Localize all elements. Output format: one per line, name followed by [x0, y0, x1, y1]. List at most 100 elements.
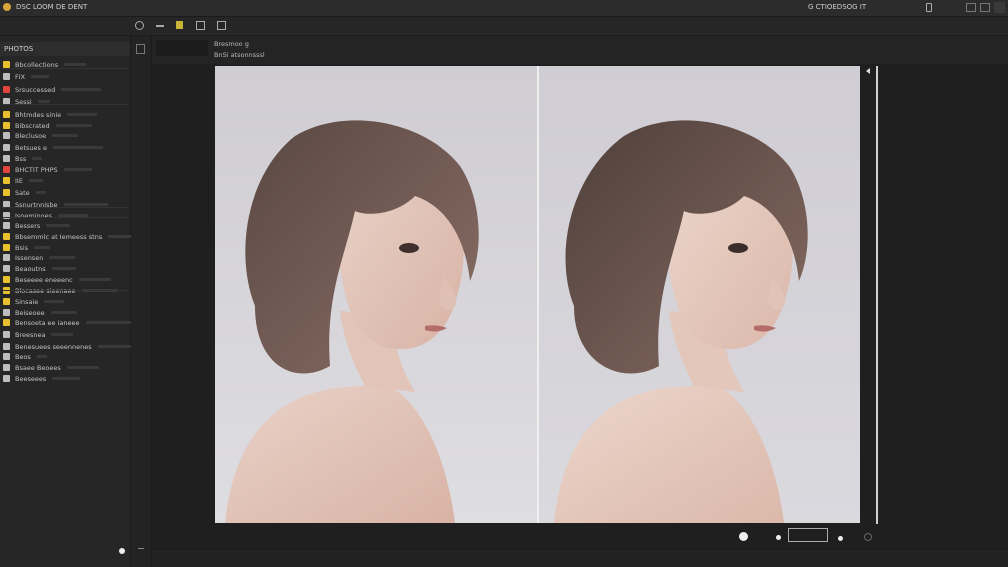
- sidebar-item-label: Srsuccessed: [15, 85, 56, 94]
- toolbar: [0, 17, 1008, 36]
- window-close-icon[interactable]: [994, 2, 1005, 13]
- settings-icon[interactable]: [926, 3, 932, 12]
- sidebar-item-meta: [34, 246, 51, 249]
- right-panel-edge: [876, 66, 878, 524]
- scroll-handle[interactable]: [138, 548, 144, 549]
- search-field[interactable]: [156, 40, 208, 56]
- folder-icon: [3, 122, 10, 129]
- status-text: G CTIOEDSOG IT: [808, 3, 867, 11]
- sidebar-item-label: Bessers: [15, 221, 41, 230]
- sidebar-item-meta: [78, 278, 111, 281]
- sidebar-item[interactable]: Issensen: [3, 253, 76, 262]
- sidebar-item-meta: [51, 267, 76, 270]
- folder-icon: [3, 276, 10, 283]
- tag-icon[interactable]: [176, 21, 183, 29]
- sidebar-item[interactable]: Srsuccessed: [3, 85, 102, 94]
- sidebar-item[interactable]: Beaoutns: [3, 264, 76, 273]
- sidebar-item[interactable]: Isneminoes: [3, 211, 89, 220]
- folder-icon: [3, 375, 10, 382]
- sidebar-item-meta: [66, 366, 99, 369]
- loading-icon: [864, 533, 872, 541]
- sidebar-item[interactable]: Sinsaie: [3, 297, 65, 306]
- minus-icon[interactable]: [156, 25, 164, 27]
- sidebar-item[interactable]: Sate: [3, 188, 46, 197]
- folder-icon: [3, 364, 10, 371]
- sidebar-item[interactable]: Bsis: [3, 243, 51, 252]
- sidebar-item[interactable]: Beeseees: [3, 374, 81, 383]
- folder-icon: [3, 298, 10, 305]
- sidebar-title: PHOTOS: [4, 45, 34, 53]
- folder-icon: [3, 265, 10, 272]
- sidebar-item-meta: [64, 63, 87, 66]
- sidebar-item[interactable]: IIE: [3, 176, 43, 185]
- sidebar-item-label: Bleclusoe: [15, 131, 47, 140]
- sidebar-item-label: Bss: [15, 154, 27, 163]
- collapse-right-icon[interactable]: [866, 68, 870, 74]
- sidebar-item[interactable]: Benesuees seeennenes: [3, 342, 144, 351]
- sidebar-item[interactable]: Breesnea: [3, 330, 74, 339]
- info-bar: Bresmoo g BnSi atsonnsssl: [152, 36, 1008, 64]
- sidebar-item-meta: [51, 333, 74, 336]
- sidebar-item[interactable]: Bsaee Beoees: [3, 363, 99, 372]
- sidebar-item[interactable]: Bessers: [3, 221, 71, 230]
- sidebar-item[interactable]: Beos: [3, 352, 47, 361]
- sidebar-item-meta: [52, 377, 81, 380]
- sidebar-item[interactable]: Bss: [3, 154, 43, 163]
- sidebar-item-label: Beseeee eneeenc: [15, 275, 73, 284]
- folder-icon: [3, 319, 10, 326]
- sidebar-item[interactable]: Betsues e: [3, 143, 103, 152]
- sidebar-item-meta: [28, 179, 43, 182]
- folder-icon: [3, 254, 10, 261]
- sidebar-item-label: BHCTIT PHPS: [15, 165, 58, 174]
- window-min-icon[interactable]: [966, 3, 976, 12]
- sidebar-item-meta: [31, 75, 50, 78]
- sidebar-item[interactable]: Beseeee eneeenc: [3, 275, 111, 284]
- menu-bar[interactable]: DSC LOOM DE DENT: [16, 3, 87, 11]
- zoom-field[interactable]: [788, 528, 828, 542]
- sidebar-item-meta: [67, 113, 98, 116]
- sidebar-item-label: Breesnea: [15, 330, 46, 339]
- folder-icon: [3, 233, 10, 240]
- title-bar: DSC LOOM DE DENT G CTIOEDSOG IT: [0, 0, 1008, 17]
- prev-dot-icon[interactable]: [776, 535, 781, 540]
- folder-icon: [3, 222, 10, 229]
- folder-icon: [3, 343, 10, 350]
- sidebar-item-meta: [32, 157, 43, 160]
- sidebar-item-label: Beaoutns: [15, 264, 46, 273]
- portrait-right-image: [539, 66, 860, 523]
- sidebar-item-label: Bensoeta ee ianeee: [15, 318, 80, 327]
- sidebar-item[interactable]: Beiseoee: [3, 308, 77, 317]
- sidebar-item[interactable]: FIX: [3, 72, 50, 81]
- layout-icon[interactable]: [217, 21, 226, 30]
- sidebar-footer-dot-icon[interactable]: [119, 548, 125, 554]
- sidebar-divider: [2, 104, 128, 105]
- sidebar-item[interactable]: BHCTIT PHPS: [3, 165, 92, 174]
- zoom-icon[interactable]: [135, 21, 144, 30]
- sidebar-item[interactable]: Bibscrated: [3, 121, 92, 130]
- folder-icon: [3, 189, 10, 196]
- next-dot-icon[interactable]: [838, 536, 843, 541]
- photo-left[interactable]: [215, 66, 537, 523]
- sidebar-item-meta: [55, 124, 92, 127]
- sidebar-item-label: Bibscrated: [15, 121, 50, 130]
- folder-icon: [3, 166, 10, 173]
- folder-icon: [3, 309, 10, 316]
- panel-toggle-icon[interactable]: [136, 44, 145, 54]
- sidebar-item-label: Bsis: [15, 243, 29, 252]
- photo-right[interactable]: [539, 66, 860, 523]
- sidebar-item-label: Beos: [15, 352, 31, 361]
- sidebar-item-label: Beiseoee: [15, 308, 45, 317]
- sidebar-item[interactable]: Bleclusoe: [3, 131, 79, 140]
- sidebar-item-label: Issensen: [15, 253, 44, 262]
- sidebar-divider: [2, 290, 128, 291]
- sidebar-item-meta: [49, 256, 76, 259]
- folder-icon: [3, 86, 10, 93]
- window-max-icon[interactable]: [980, 3, 990, 12]
- rotate-icon[interactable]: [739, 532, 748, 541]
- sidebar-item-meta: [61, 88, 102, 91]
- folder-icon: [3, 144, 10, 151]
- sidebar-divider: [2, 68, 128, 69]
- grid-icon[interactable]: [196, 21, 205, 30]
- sidebar-item[interactable]: Bhtmdes sinie: [3, 110, 98, 119]
- sidebar-item[interactable]: Bensoeta ee ianeee: [3, 318, 140, 327]
